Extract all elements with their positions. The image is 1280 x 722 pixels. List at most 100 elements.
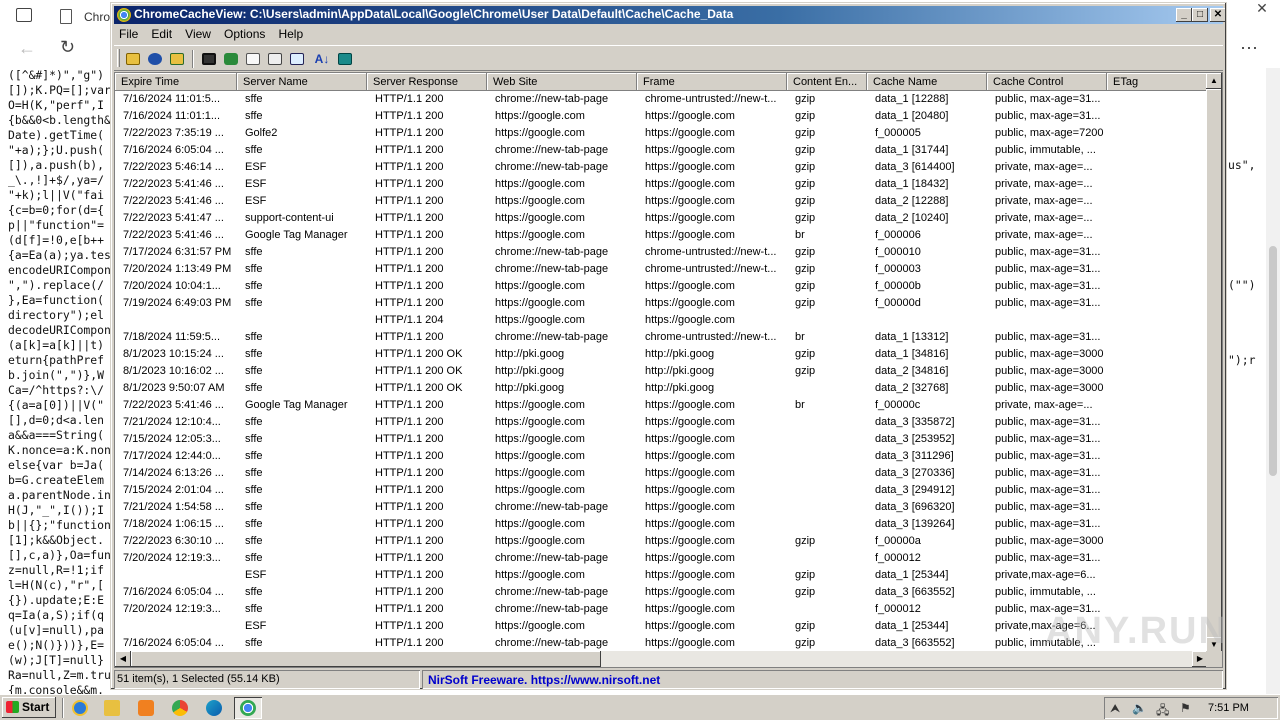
table-row[interactable]: 7/21/2024 1:54:58 ... sffe HTTP/1.1 200 chr… [115, 499, 1208, 516]
table-cell: HTTP/1.1 200 [375, 127, 444, 139]
table-row[interactable]: 7/15/2024 12:05:3... sffe HTTP/1.1 200 http… [115, 431, 1208, 448]
media-player-icon[interactable] [132, 697, 160, 719]
menu-edit[interactable]: Edit [146, 25, 177, 43]
tab-search-icon[interactable] [16, 8, 32, 22]
table-row[interactable]: 7/14/2024 6:13:26 ... sffe HTTP/1.1 200 htt… [115, 465, 1208, 482]
exit-icon[interactable] [336, 50, 354, 68]
table-row[interactable]: 8/1/2023 10:15:24 ... sffe HTTP/1.1 200 OK… [115, 346, 1208, 363]
action-center-flag-icon[interactable]: ⚑ [1180, 701, 1191, 715]
table-cell: data_3 [663552] [875, 586, 955, 598]
table-row[interactable]: 7/22/2023 5:46:14 ... ESF HTTP/1.1 200 chro… [115, 159, 1208, 176]
table-row[interactable]: 7/22/2023 6:30:10 ... sffe HTTP/1.1 200 htt… [115, 533, 1208, 550]
browser-scroll-thumb[interactable] [1269, 246, 1277, 476]
table-row[interactable]: 7/20/2024 1:13:49 PM sffe HTTP/1.1 200 chro… [115, 261, 1208, 278]
save-icon[interactable] [200, 50, 218, 68]
table-row[interactable]: 7/22/2023 5:41:46 ... ESF HTTP/1.1 200 http… [115, 193, 1208, 210]
table-row[interactable]: HTTP/1.1 204 https://google.com https://go… [115, 312, 1208, 329]
table-row[interactable]: 7/16/2024 6:05:04 ... sffe HTTP/1.1 200 chr… [115, 584, 1208, 601]
close-button[interactable]: ✕ [1210, 8, 1226, 22]
table-row[interactable]: 7/22/2023 5:41:47 ... support-content-ui H… [115, 210, 1208, 227]
table-cell [1107, 397, 1208, 414]
scroll-up-arrow-icon[interactable]: ▲ [1206, 73, 1222, 89]
chrome-icon[interactable] [166, 697, 194, 719]
table-row[interactable]: 7/18/2024 1:06:15 ... sffe HTTP/1.1 200 htt… [115, 516, 1208, 533]
table-cell: http://pki.goog [495, 382, 565, 394]
refresh-icon[interactable] [222, 50, 240, 68]
menu-options[interactable]: Options [219, 25, 270, 43]
table-row[interactable]: 7/19/2024 6:49:03 PM sffe HTTP/1.1 200 http… [115, 295, 1208, 312]
scroll-left-arrow-icon[interactable]: ◀ [115, 651, 131, 667]
table-cell: 7/22/2023 5:41:47 ... [123, 212, 224, 224]
table-row[interactable]: 7/22/2023 5:41:46 ... Google Tag Manager H… [115, 227, 1208, 244]
horizontal-scrollbar[interactable]: ◀ ▶ [115, 651, 1208, 667]
table-row[interactable]: 7/15/2024 2:01:04 ... sffe HTTP/1.1 200 htt… [115, 482, 1208, 499]
find-icon[interactable] [288, 50, 306, 68]
menu-file[interactable]: File [114, 25, 143, 43]
table-row[interactable]: 7/21/2024 12:10:4... sffe HTTP/1.1 200 http… [115, 414, 1208, 431]
sort-az-icon[interactable]: A↓ [310, 50, 334, 68]
cache-list-view[interactable]: Expire Time Server Name Server Response Web… [114, 72, 1223, 668]
column-header-expire-time[interactable]: Expire Time [115, 73, 237, 91]
chromecacheview-taskbar-button[interactable] [234, 697, 262, 719]
table-row[interactable]: 7/20/2024 10:04:1... sffe HTTP/1.1 200 http… [115, 278, 1208, 295]
internet-explorer-icon[interactable] [66, 697, 94, 719]
minimize-button[interactable]: _ [1176, 8, 1192, 22]
show-hidden-icons-arrow-icon[interactable]: ⮝ [1110, 701, 1120, 716]
table-row[interactable]: 7/16/2024 11:01:1... sffe HTTP/1.1 200 http… [115, 108, 1208, 125]
nirsoft-link[interactable]: NirSoft Freeware. https://www.nirsoft.ne… [428, 673, 660, 687]
table-cell [1107, 567, 1208, 584]
column-header-cache-control[interactable]: Cache Control [987, 73, 1107, 91]
network-icon[interactable]: 🖧 [1156, 701, 1169, 722]
table-cell [1107, 448, 1208, 465]
column-header-content-en[interactable]: Content En... [787, 73, 867, 91]
table-row[interactable]: 7/22/2023 5:41:46 ... Google Tag Manager H… [115, 397, 1208, 414]
table-row[interactable]: 7/18/2024 11:59:5... sffe HTTP/1.1 200 chro… [115, 329, 1208, 346]
vertical-scroll-thumb[interactable] [1206, 89, 1222, 641]
menu-help[interactable]: Help [273, 25, 308, 43]
table-row[interactable]: 8/1/2023 10:16:02 ... sffe HTTP/1.1 200 OK… [115, 363, 1208, 380]
table-cell: data_1 [12288] [875, 93, 949, 105]
table-row[interactable]: 7/16/2024 11:01:5... sffe HTTP/1.1 200 chro… [115, 91, 1208, 108]
table-row[interactable]: 7/17/2024 6:31:57 PM sffe HTTP/1.1 200 chro… [115, 244, 1208, 261]
table-row[interactable]: 7/16/2024 6:05:04 ... sffe HTTP/1.1 200 chr… [115, 142, 1208, 159]
column-header-cache-name[interactable]: Cache Name [867, 73, 987, 91]
speaker-icon[interactable]: 🔈 [1132, 701, 1147, 715]
column-header-server-name[interactable]: Server Name [237, 73, 367, 91]
table-cell: http://pki.goog [495, 348, 565, 360]
column-header-web-site[interactable]: Web Site [487, 73, 637, 91]
list-header: Expire Time Server Name Server Response Web… [115, 73, 1217, 91]
window-titlebar[interactable]: ChromeCacheView: C:\Users\admin\AppData\… [114, 6, 1226, 24]
horizontal-scroll-thumb[interactable] [131, 651, 601, 667]
browser-scrollbar[interactable] [1266, 68, 1280, 694]
table-row[interactable]: 7/22/2023 5:41:46 ... ESF HTTP/1.1 200 http… [115, 176, 1208, 193]
menu-view[interactable]: View [180, 25, 216, 43]
column-header-server-response[interactable]: Server Response [367, 73, 487, 91]
table-row[interactable]: ESF HTTP/1.1 200 https://google.com https:/… [115, 567, 1208, 584]
file-explorer-icon[interactable] [98, 697, 126, 719]
column-header-frame[interactable]: Frame [637, 73, 787, 91]
cache-folder-icon[interactable] [168, 50, 186, 68]
start-button[interactable]: Start [2, 697, 56, 718]
table-row[interactable]: 8/1/2023 9:50:07 AM sffe HTTP/1.1 200 OK ht… [115, 380, 1208, 397]
table-row[interactable]: 7/17/2024 12:44:0... sffe HTTP/1.1 200 http… [115, 448, 1208, 465]
copy-icon[interactable] [244, 50, 262, 68]
globe-icon[interactable] [146, 50, 164, 68]
column-header-etag[interactable]: ETag [1107, 73, 1217, 91]
table-row[interactable]: 7/22/2023 7:35:19 ... Golfe2 HTTP/1.1 200 h… [115, 125, 1208, 142]
clock[interactable]: 7:51 PM [1208, 702, 1249, 714]
browser-close-button[interactable]: ✕ [1244, 0, 1280, 16]
table-cell: ESF [245, 161, 267, 173]
table-cell: public, max-age=31... [995, 263, 1101, 275]
vertical-scrollbar[interactable]: ▲ ▼ [1206, 73, 1222, 653]
open-folder-icon[interactable] [124, 50, 142, 68]
more-menu-icon[interactable]: ⋯ [1240, 38, 1259, 59]
table-row[interactable]: 7/20/2024 12:19:3... sffe HTTP/1.1 200 chro… [115, 550, 1208, 567]
table-cell: chrome://new-tab-page [495, 331, 609, 343]
edge-icon[interactable] [200, 697, 228, 719]
table-cell: ESF [245, 195, 267, 207]
maximize-button[interactable]: □ [1192, 8, 1208, 22]
back-arrow-icon[interactable]: ← [18, 38, 36, 59]
reload-icon[interactable]: ↻ [60, 37, 75, 58]
table-cell: HTTP/1.1 200 [375, 399, 444, 411]
properties-icon[interactable] [266, 50, 284, 68]
